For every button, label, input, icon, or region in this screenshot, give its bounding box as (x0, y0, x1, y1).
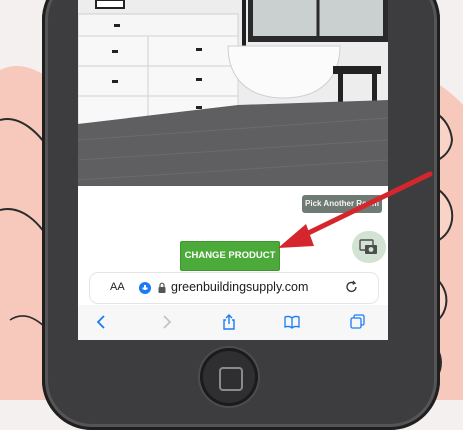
red-arrow (278, 171, 433, 248)
privacy-report-icon[interactable] (139, 282, 151, 294)
home-square-icon (219, 367, 243, 391)
change-product-button[interactable]: CHANGE PRODUCT (180, 241, 280, 271)
url-text[interactable]: greenbuildingsupply.com (171, 280, 308, 294)
book-icon[interactable] (284, 314, 300, 330)
chevron-right-icon[interactable] (158, 314, 174, 330)
room-photo (78, 0, 388, 186)
tabs-icon[interactable] (350, 314, 366, 330)
chevron-left-icon[interactable] (94, 314, 110, 330)
address-bar[interactable]: AA greenbuildingsupply.com (90, 273, 378, 303)
lock-icon (158, 282, 166, 293)
share-icon[interactable] (221, 314, 237, 330)
reload-icon[interactable] (345, 280, 359, 294)
text-size-button[interactable]: AA (110, 281, 125, 293)
browser-toolbar (78, 305, 388, 340)
